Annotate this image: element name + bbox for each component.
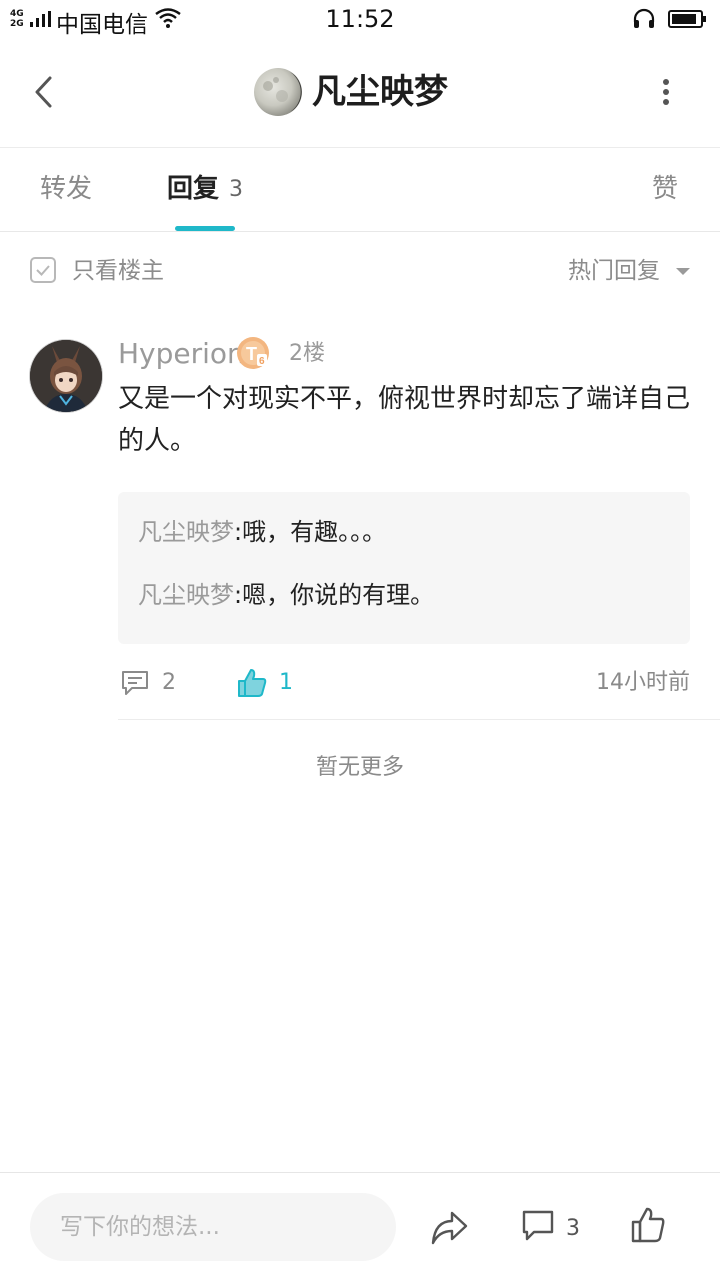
user-avatar[interactable] bbox=[30, 340, 102, 412]
share-icon[interactable] bbox=[430, 1209, 470, 1247]
more-button[interactable] bbox=[650, 74, 682, 110]
svg-text:T: T bbox=[246, 344, 257, 364]
anime-avatar-image bbox=[30, 340, 102, 412]
reply-count: 2 bbox=[162, 670, 176, 695]
only-op-label[interactable]: 只看楼主 bbox=[72, 254, 164, 288]
comment-divider bbox=[118, 719, 720, 720]
page-title: 凡尘映梦 bbox=[312, 72, 448, 112]
header-divider bbox=[0, 147, 720, 148]
tab-reply[interactable]: 回复 bbox=[167, 170, 219, 208]
reply-separator: : bbox=[234, 581, 243, 609]
caret-down-icon[interactable] bbox=[676, 268, 690, 275]
bottom-bar-divider bbox=[0, 1172, 720, 1173]
comment-text: 又是一个对现实不平，俯视世界时却忘了端详自己的人。 bbox=[118, 384, 691, 456]
comments-count: 3 bbox=[566, 1216, 580, 1241]
sort-dropdown[interactable]: 热门回复 bbox=[568, 254, 660, 288]
moon-image bbox=[263, 72, 302, 112]
reply-item[interactable]: 凡尘映梦:嗯，你说的有理。 bbox=[138, 577, 434, 613]
timestamp: 14小时前 bbox=[596, 670, 690, 695]
username[interactable]: Hyperion bbox=[118, 336, 245, 372]
only-op-checkbox[interactable] bbox=[30, 257, 56, 283]
floor-number: 2楼 bbox=[289, 341, 325, 366]
thumbs-up-icon[interactable] bbox=[236, 667, 268, 699]
status-bar: 4G 2G 中国电信 11:52 bbox=[0, 0, 720, 40]
reply-author[interactable]: 凡尘映梦 bbox=[138, 518, 234, 546]
reply-text: 哦，有趣。。。 bbox=[242, 518, 387, 546]
clock: 11:52 bbox=[325, 5, 395, 33]
back-button[interactable] bbox=[22, 68, 66, 116]
reply-item[interactable]: 凡尘映梦:哦，有趣。。。 bbox=[138, 514, 386, 550]
chevron-left-icon bbox=[35, 76, 52, 108]
reply-separator: : bbox=[234, 518, 243, 546]
comment-input[interactable] bbox=[30, 1193, 396, 1261]
tabs-divider bbox=[0, 231, 720, 232]
level-badge-icon: T 6 bbox=[237, 337, 269, 369]
svg-text:6: 6 bbox=[259, 356, 265, 367]
tab-forward[interactable]: 转发 bbox=[40, 170, 92, 208]
comments-icon[interactable] bbox=[520, 1208, 556, 1244]
reply-icon[interactable] bbox=[120, 668, 150, 698]
no-more-label: 暂无更多 bbox=[315, 755, 404, 780]
reply-author[interactable]: 凡尘映梦 bbox=[138, 581, 234, 609]
like-count: 1 bbox=[279, 670, 293, 695]
battery-icon bbox=[668, 10, 706, 28]
tab-like[interactable]: 赞 bbox=[652, 170, 678, 208]
like-button-icon[interactable] bbox=[630, 1206, 666, 1244]
author-avatar[interactable] bbox=[254, 68, 302, 116]
replies-box[interactable]: 凡尘映梦:哦，有趣。。。 凡尘映梦:嗯，你说的有理。 bbox=[118, 492, 690, 644]
reply-text: 嗯，你说的有理。 bbox=[242, 581, 435, 609]
more-vertical-icon bbox=[663, 79, 669, 105]
headset-icon bbox=[633, 8, 655, 28]
check-icon bbox=[36, 265, 50, 276]
tab-reply-count: 3 bbox=[229, 177, 243, 202]
